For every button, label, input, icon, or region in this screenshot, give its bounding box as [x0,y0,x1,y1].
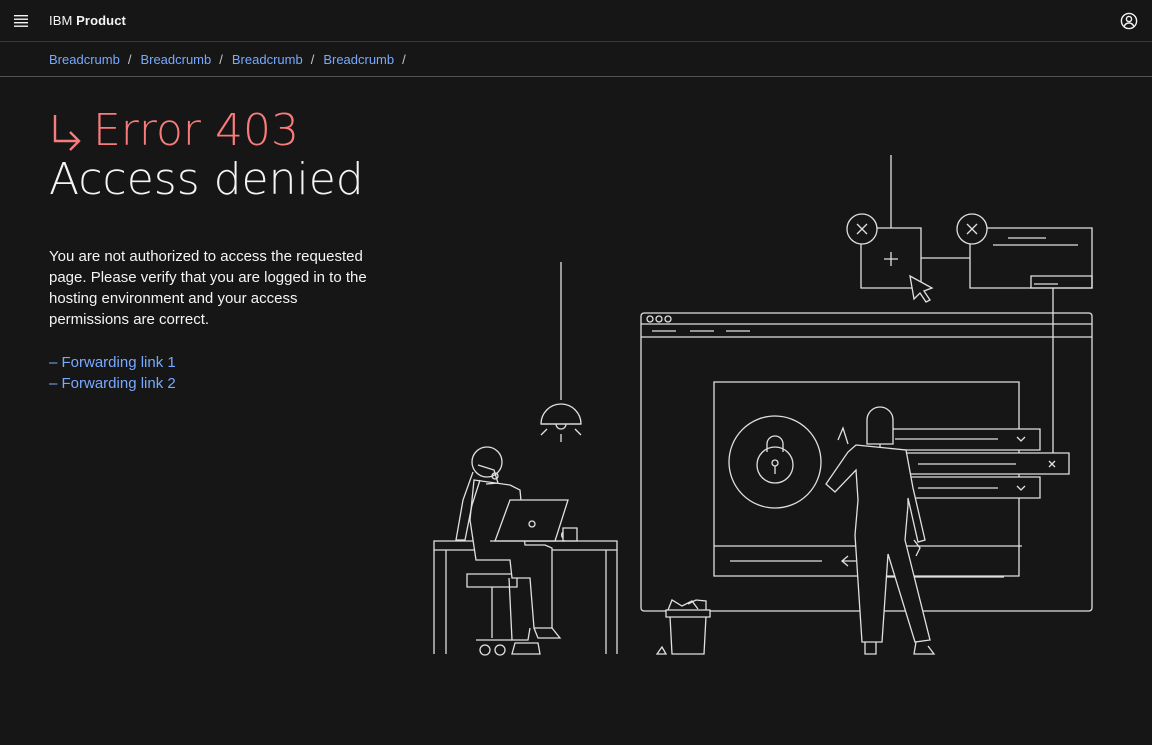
desk-person-illustration [434,447,617,655]
top-header: IBM Product [0,0,1152,42]
breadcrumb-item-2[interactable]: Breadcrumb [140,52,211,67]
breadcrumb-separator: / [310,51,315,67]
breadcrumb-separator: / [127,51,132,67]
close-window-illustration [847,214,970,302]
user-profile-button[interactable] [1096,0,1138,42]
breadcrumb-item-3[interactable]: Breadcrumb [232,52,303,67]
breadcrumb-item-1[interactable]: Breadcrumb [49,52,120,67]
hamburger-menu-icon [14,14,28,27]
forwarding-link-1[interactable]: – Forwarding link 1 [49,352,176,373]
hamburger-menu-button[interactable] [0,0,42,42]
return-arrow-icon [53,115,81,151]
brand-prefix: IBM [49,13,73,28]
user-avatar-icon [1120,12,1138,30]
brand-product: Product [76,13,126,28]
error-title: Access denied [49,154,364,205]
breadcrumb: Breadcrumb / Breadcrumb / Breadcrumb / B… [0,42,1152,77]
breadcrumb-item-4[interactable]: Breadcrumb [323,52,394,67]
breadcrumb-separator: / [402,51,406,67]
access-denied-illustration [420,150,1120,670]
breadcrumb-separator: / [219,51,223,67]
hanging-lamp-illustration [541,262,581,442]
error-code-heading: Error 403 [49,105,299,157]
error-code-text: Error 403 [93,105,299,156]
trash-bin-illustration [657,600,710,654]
forwarding-link-2[interactable]: – Forwarding link 2 [49,373,176,394]
forwarding-links: – Forwarding link 1 – Forwarding link 2 [49,352,176,394]
error-description: You are not authorized to access the req… [49,248,367,328]
brand-name[interactable]: IBM Product [49,13,126,28]
